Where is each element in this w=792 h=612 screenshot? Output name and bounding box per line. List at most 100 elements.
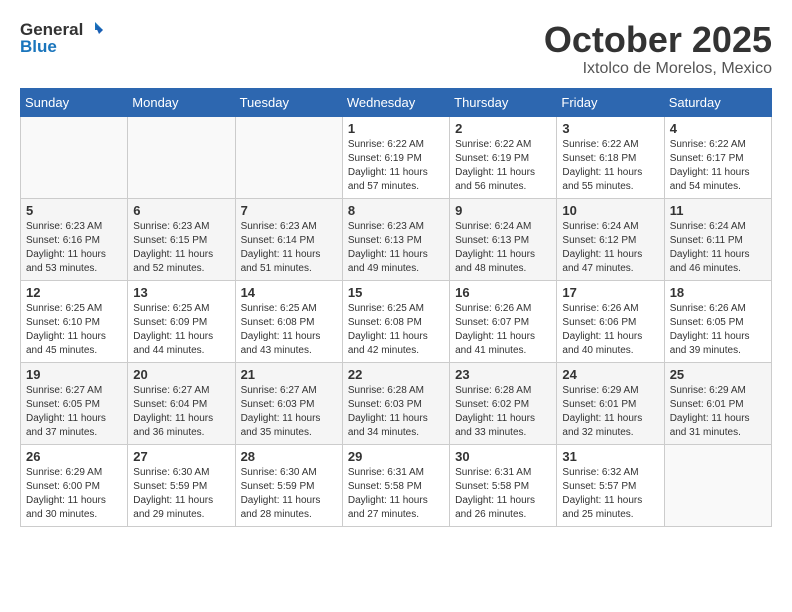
logo-blue-text: Blue [20,38,57,57]
day-number: 27 [133,449,229,464]
day-info: Sunrise: 6:25 AMSunset: 6:08 PMDaylight:… [348,302,444,358]
calendar-cell: 19 Sunrise: 6:27 AMSunset: 6:05 PMDayligh… [21,362,128,444]
calendar-cell: 31Sunrise: 6:32 AMSunset: 5:57 PMDayligh… [557,444,664,526]
day-info: Sunrise: 6:27 AMSunset: 6:04 PMDaylight:… [133,384,229,440]
day-info: Sunrise: 6:26 AMSunset: 6:07 PMDaylight:… [455,302,551,358]
header: General Blue October 2025 Ixtolco de Mor… [20,20,772,78]
day-of-week-header: Monday [128,88,235,116]
day-number: 16 [455,285,551,300]
day-info: Sunrise: 6:23 AMSunset: 6:15 PMDaylight:… [133,220,229,276]
calendar-cell: 21 Sunrise: 6:27 AMSunset: 6:03 PMDayligh… [235,362,342,444]
day-number: 9 [455,203,551,218]
day-number: 24 [562,367,658,382]
calendar-cell: 8Sunrise: 6:23 AMSunset: 6:13 PMDaylight… [342,198,449,280]
day-number: 4 [670,121,766,136]
location-subtitle: Ixtolco de Morelos, Mexico [544,60,772,78]
day-info: Sunrise: 6:30 AMSunset: 5:59 PMDaylight:… [241,466,337,522]
day-number: 22 [348,367,444,382]
day-info: Sunrise: 6:27 AMSunset: 6:05 PMDaylight:… [26,384,122,440]
day-of-week-header: Friday [557,88,664,116]
day-number: 12 [26,285,122,300]
calendar-cell: 18 Sunrise: 6:26 AMSunset: 6:05 PMDayligh… [664,280,771,362]
day-info: Sunrise: 6:22 AMSunset: 6:18 PMDaylight:… [562,138,658,194]
day-info: Sunrise: 6:25 AMSunset: 6:09 PMDaylight:… [133,302,229,358]
day-info: Sunrise: 6:26 AMSunset: 6:05 PMDaylight:… [670,302,766,358]
day-number: 26 [26,449,122,464]
day-number: 6 [133,203,229,218]
day-number: 5 [26,203,122,218]
day-info: Sunrise: 6:27 AMSunset: 6:03 PMDaylight:… [241,384,337,440]
day-info: Sunrise: 6:24 AMSunset: 6:11 PMDaylight:… [670,220,766,276]
calendar-cell: 6 Sunrise: 6:23 AMSunset: 6:15 PMDaylight… [128,198,235,280]
calendar-cell: 28 Sunrise: 6:30 AMSunset: 5:59 PMDayligh… [235,444,342,526]
calendar-cell: 22Sunrise: 6:28 AMSunset: 6:03 PMDayligh… [342,362,449,444]
calendar-cell: 9 Sunrise: 6:24 AMSunset: 6:13 PMDaylight… [450,198,557,280]
calendar-week-row: 5 Sunrise: 6:23 AMSunset: 6:16 PMDaylight… [21,198,772,280]
calendar-cell: 14 Sunrise: 6:25 AMSunset: 6:08 PMDayligh… [235,280,342,362]
calendar-cell: 16 Sunrise: 6:26 AMSunset: 6:07 PMDayligh… [450,280,557,362]
calendar-cell: 12 Sunrise: 6:25 AMSunset: 6:10 PMDayligh… [21,280,128,362]
calendar-cell: 5 Sunrise: 6:23 AMSunset: 6:16 PMDaylight… [21,198,128,280]
calendar-cell: 7Sunrise: 6:23 AMSunset: 6:14 PMDaylight… [235,198,342,280]
calendar-cell: 20 Sunrise: 6:27 AMSunset: 6:04 PMDayligh… [128,362,235,444]
calendar-cell: 2 Sunrise: 6:22 AMSunset: 6:19 PMDaylight… [450,116,557,198]
calendar-header-row: SundayMondayTuesdayWednesdayThursdayFrid… [21,88,772,116]
calendar-cell [21,116,128,198]
day-number: 29 [348,449,444,464]
calendar-cell: 27 Sunrise: 6:30 AMSunset: 5:59 PMDayligh… [128,444,235,526]
day-number: 19 [26,367,122,382]
calendar-week-row: 1 Sunrise: 6:22 AMSunset: 6:19 PMDaylight… [21,116,772,198]
calendar-cell: 1 Sunrise: 6:22 AMSunset: 6:19 PMDaylight… [342,116,449,198]
day-number: 18 [670,285,766,300]
calendar-cell: 25Sunrise: 6:29 AMSunset: 6:01 PMDayligh… [664,362,771,444]
day-number: 28 [241,449,337,464]
logo-bird-icon [85,20,105,40]
calendar-cell: 29 Sunrise: 6:31 AMSunset: 5:58 PMDayligh… [342,444,449,526]
day-number: 10 [562,203,658,218]
day-info: Sunrise: 6:28 AMSunset: 6:02 PMDaylight:… [455,384,551,440]
day-info: Sunrise: 6:29 AMSunset: 6:01 PMDaylight:… [562,384,658,440]
day-info: Sunrise: 6:23 AMSunset: 6:16 PMDaylight:… [26,220,122,276]
day-number: 15 [348,285,444,300]
day-number: 23 [455,367,551,382]
day-info: Sunrise: 6:29 AMSunset: 6:00 PMDaylight:… [26,466,122,522]
day-number: 8 [348,203,444,218]
day-number: 14 [241,285,337,300]
day-info: Sunrise: 6:31 AMSunset: 5:58 PMDaylight:… [455,466,551,522]
day-number: 7 [241,203,337,218]
calendar-week-row: 19 Sunrise: 6:27 AMSunset: 6:05 PMDayligh… [21,362,772,444]
calendar-week-row: 12 Sunrise: 6:25 AMSunset: 6:10 PMDayligh… [21,280,772,362]
month-title: October 2025 [544,20,772,60]
calendar-week-row: 26 Sunrise: 6:29 AMSunset: 6:00 PMDayligh… [21,444,772,526]
day-info: Sunrise: 6:24 AMSunset: 6:13 PMDaylight:… [455,220,551,276]
day-info: Sunrise: 6:31 AMSunset: 5:58 PMDaylight:… [348,466,444,522]
calendar-cell [235,116,342,198]
day-number: 21 [241,367,337,382]
day-info: Sunrise: 6:25 AMSunset: 6:08 PMDaylight:… [241,302,337,358]
day-number: 3 [562,121,658,136]
calendar-cell [664,444,771,526]
day-of-week-header: Saturday [664,88,771,116]
day-of-week-header: Thursday [450,88,557,116]
calendar-cell: 23 Sunrise: 6:28 AMSunset: 6:02 PMDayligh… [450,362,557,444]
calendar-cell [128,116,235,198]
calendar-cell: 3 Sunrise: 6:22 AMSunset: 6:18 PMDaylight… [557,116,664,198]
day-of-week-header: Tuesday [235,88,342,116]
logo-container: General Blue [20,20,105,57]
day-info: Sunrise: 6:30 AMSunset: 5:59 PMDaylight:… [133,466,229,522]
day-info: Sunrise: 6:22 AMSunset: 6:17 PMDaylight:… [670,138,766,194]
day-number: 30 [455,449,551,464]
calendar-cell: 15 Sunrise: 6:25 AMSunset: 6:08 PMDayligh… [342,280,449,362]
day-number: 25 [670,367,766,382]
day-number: 20 [133,367,229,382]
day-info: Sunrise: 6:26 AMSunset: 6:06 PMDaylight:… [562,302,658,358]
day-number: 11 [670,203,766,218]
day-info: Sunrise: 6:22 AMSunset: 6:19 PMDaylight:… [455,138,551,194]
day-info: Sunrise: 6:22 AMSunset: 6:19 PMDaylight:… [348,138,444,194]
day-number: 2 [455,121,551,136]
calendar-cell: 4 Sunrise: 6:22 AMSunset: 6:17 PMDaylight… [664,116,771,198]
day-of-week-header: Wednesday [342,88,449,116]
calendar-cell: 30 Sunrise: 6:31 AMSunset: 5:58 PMDayligh… [450,444,557,526]
day-info: Sunrise: 6:25 AMSunset: 6:10 PMDaylight:… [26,302,122,358]
day-number: 1 [348,121,444,136]
